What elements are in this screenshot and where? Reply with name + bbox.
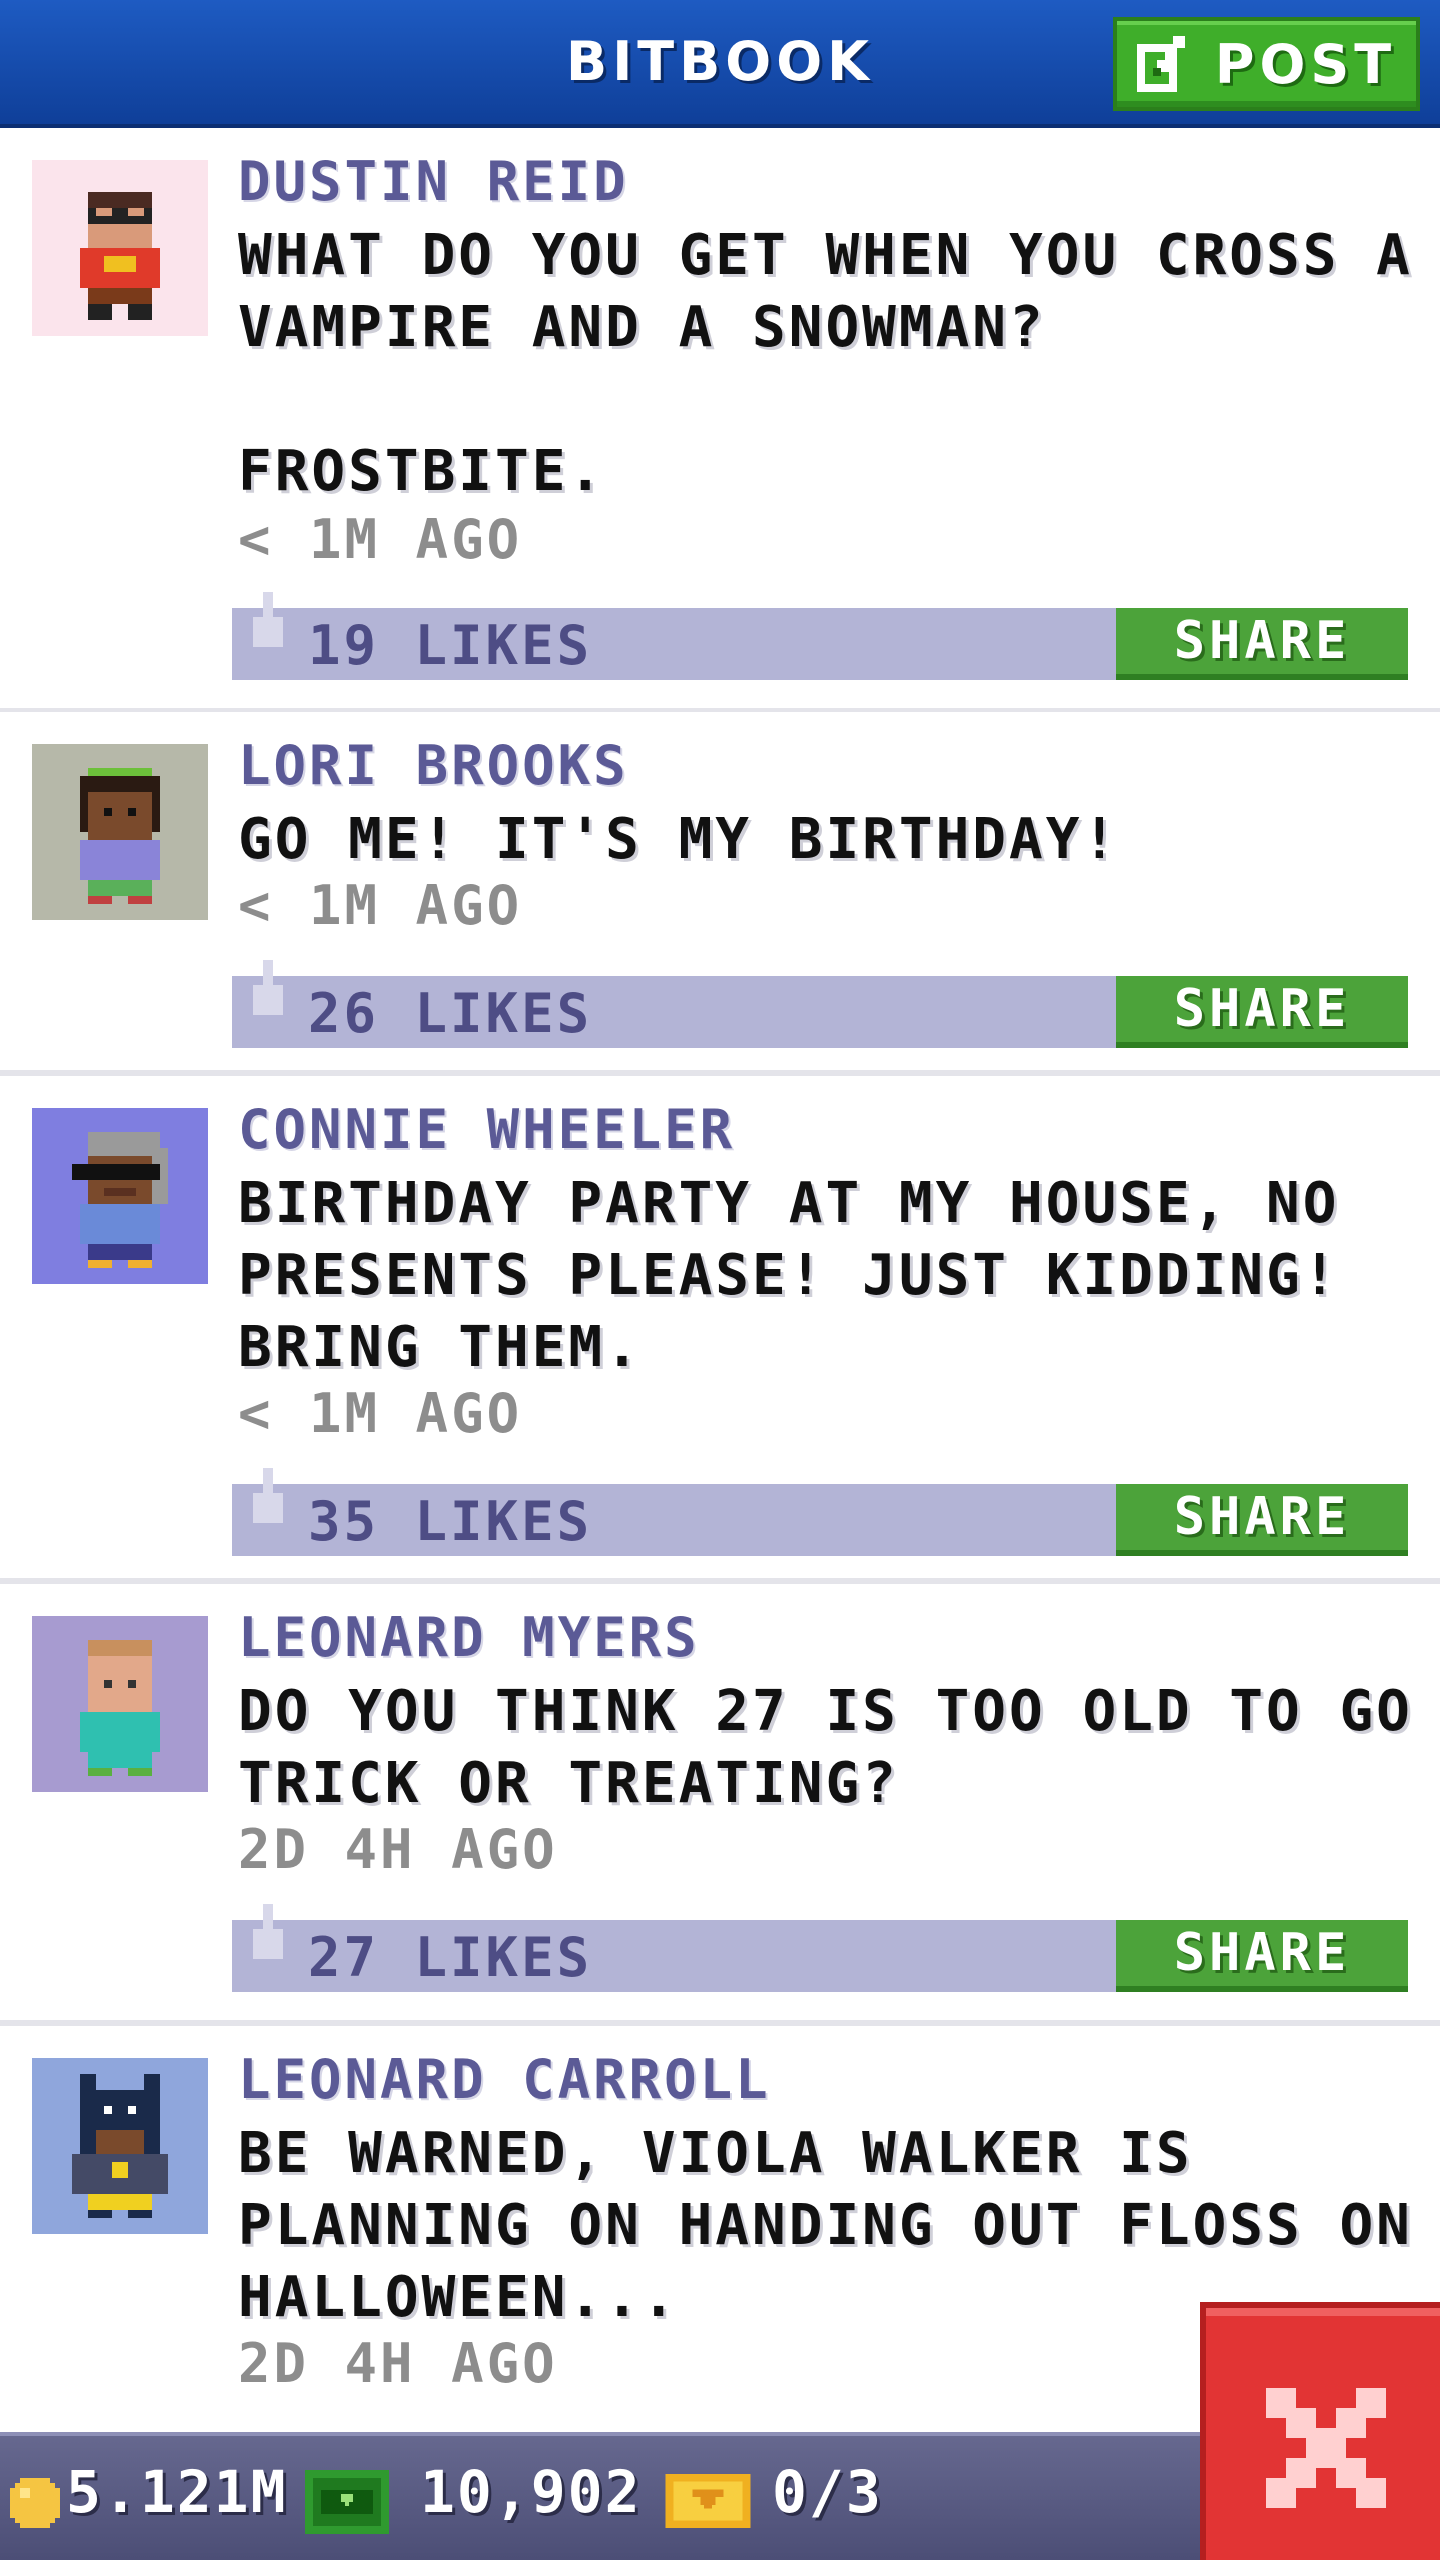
share-button[interactable]: SHARE [1116, 976, 1408, 1048]
like-button[interactable]: 19 LIKES SHARE [232, 592, 1408, 680]
likes-count: 27 LIKES [308, 1926, 593, 1989]
post-author[interactable]: LORI BROOKS [238, 734, 629, 797]
feed-post: LORI BROOKS GO ME! IT'S MY BIRTHDAY! < 1… [0, 712, 1440, 1070]
post-author[interactable]: CONNIE WHEELER [238, 1098, 735, 1161]
like-button[interactable]: 26 LIKES SHARE [232, 960, 1408, 1048]
coins-count: 5.121M [66, 2458, 288, 2526]
avatar[interactable] [32, 1108, 208, 1284]
avatar[interactable] [32, 1616, 208, 1792]
post-button[interactable]: POST [1113, 17, 1420, 111]
bux-count: 10,902 [420, 2458, 642, 2526]
thumbs-up-icon [253, 1904, 283, 1959]
edit-icon [1136, 36, 1185, 92]
share-button[interactable]: SHARE [1116, 1920, 1408, 1992]
share-button[interactable]: SHARE [1116, 1484, 1408, 1556]
feed-post: DUSTIN REID WHAT DO YOU GET WHEN YOU CRO… [0, 128, 1440, 708]
likes-count: 26 LIKES [308, 982, 593, 1045]
avatar[interactable] [32, 2058, 208, 2234]
post-author[interactable]: LEONARD MYERS [238, 1606, 700, 1669]
thumbs-up-icon [253, 592, 283, 647]
close-icon [1266, 2388, 1386, 2508]
ticket-icon [665, 2474, 751, 2528]
share-button[interactable]: SHARE [1116, 608, 1408, 680]
avatar[interactable] [32, 744, 208, 920]
feed-post: LEONARD MYERS DO YOU THINK 27 IS TOO OLD… [0, 1584, 1440, 2020]
tickets-count: 0/3 [772, 2458, 883, 2526]
top-bar: BITBOOK POST [0, 0, 1440, 128]
coin-icon [10, 2478, 60, 2528]
avatar[interactable] [32, 160, 208, 336]
post-timestamp: < 1M AGO [238, 508, 523, 571]
post-text: WHAT DO YOU GET WHEN YOU CROSS A VAMPIRE… [238, 223, 1413, 504]
thumbs-up-icon [253, 960, 283, 1015]
post-author[interactable]: LEONARD CARROLL [238, 2048, 771, 2111]
feed-post: CONNIE WHEELER BIRTHDAY PARTY AT MY HOUS… [0, 1076, 1440, 1578]
post-timestamp: 2D 4H AGO [238, 1818, 558, 1881]
likes-count: 35 LIKES [308, 1490, 593, 1553]
bux-icon [305, 2470, 389, 2534]
likes-count: 19 LIKES [308, 614, 593, 677]
post-text: BIRTHDAY PARTY AT MY HOUSE, NO PRESENTS … [238, 1171, 1340, 1380]
post-timestamp: < 1M AGO [238, 874, 523, 937]
post-text: DO YOU THINK 27 IS TOO OLD TO GO TRICK O… [238, 1679, 1413, 1816]
post-button-label: POST [1214, 32, 1397, 96]
like-button[interactable]: 27 LIKES SHARE [232, 1904, 1408, 1992]
like-button[interactable]: 35 LIKES SHARE [232, 1468, 1408, 1556]
post-text: GO ME! IT'S MY BIRTHDAY! [238, 807, 1120, 872]
post-timestamp: 2D 4H AGO [238, 2332, 558, 2395]
post-author[interactable]: DUSTIN REID [238, 150, 629, 213]
close-button[interactable] [1200, 2302, 1440, 2560]
post-timestamp: < 1M AGO [238, 1382, 523, 1445]
thumbs-up-icon [253, 1468, 283, 1523]
